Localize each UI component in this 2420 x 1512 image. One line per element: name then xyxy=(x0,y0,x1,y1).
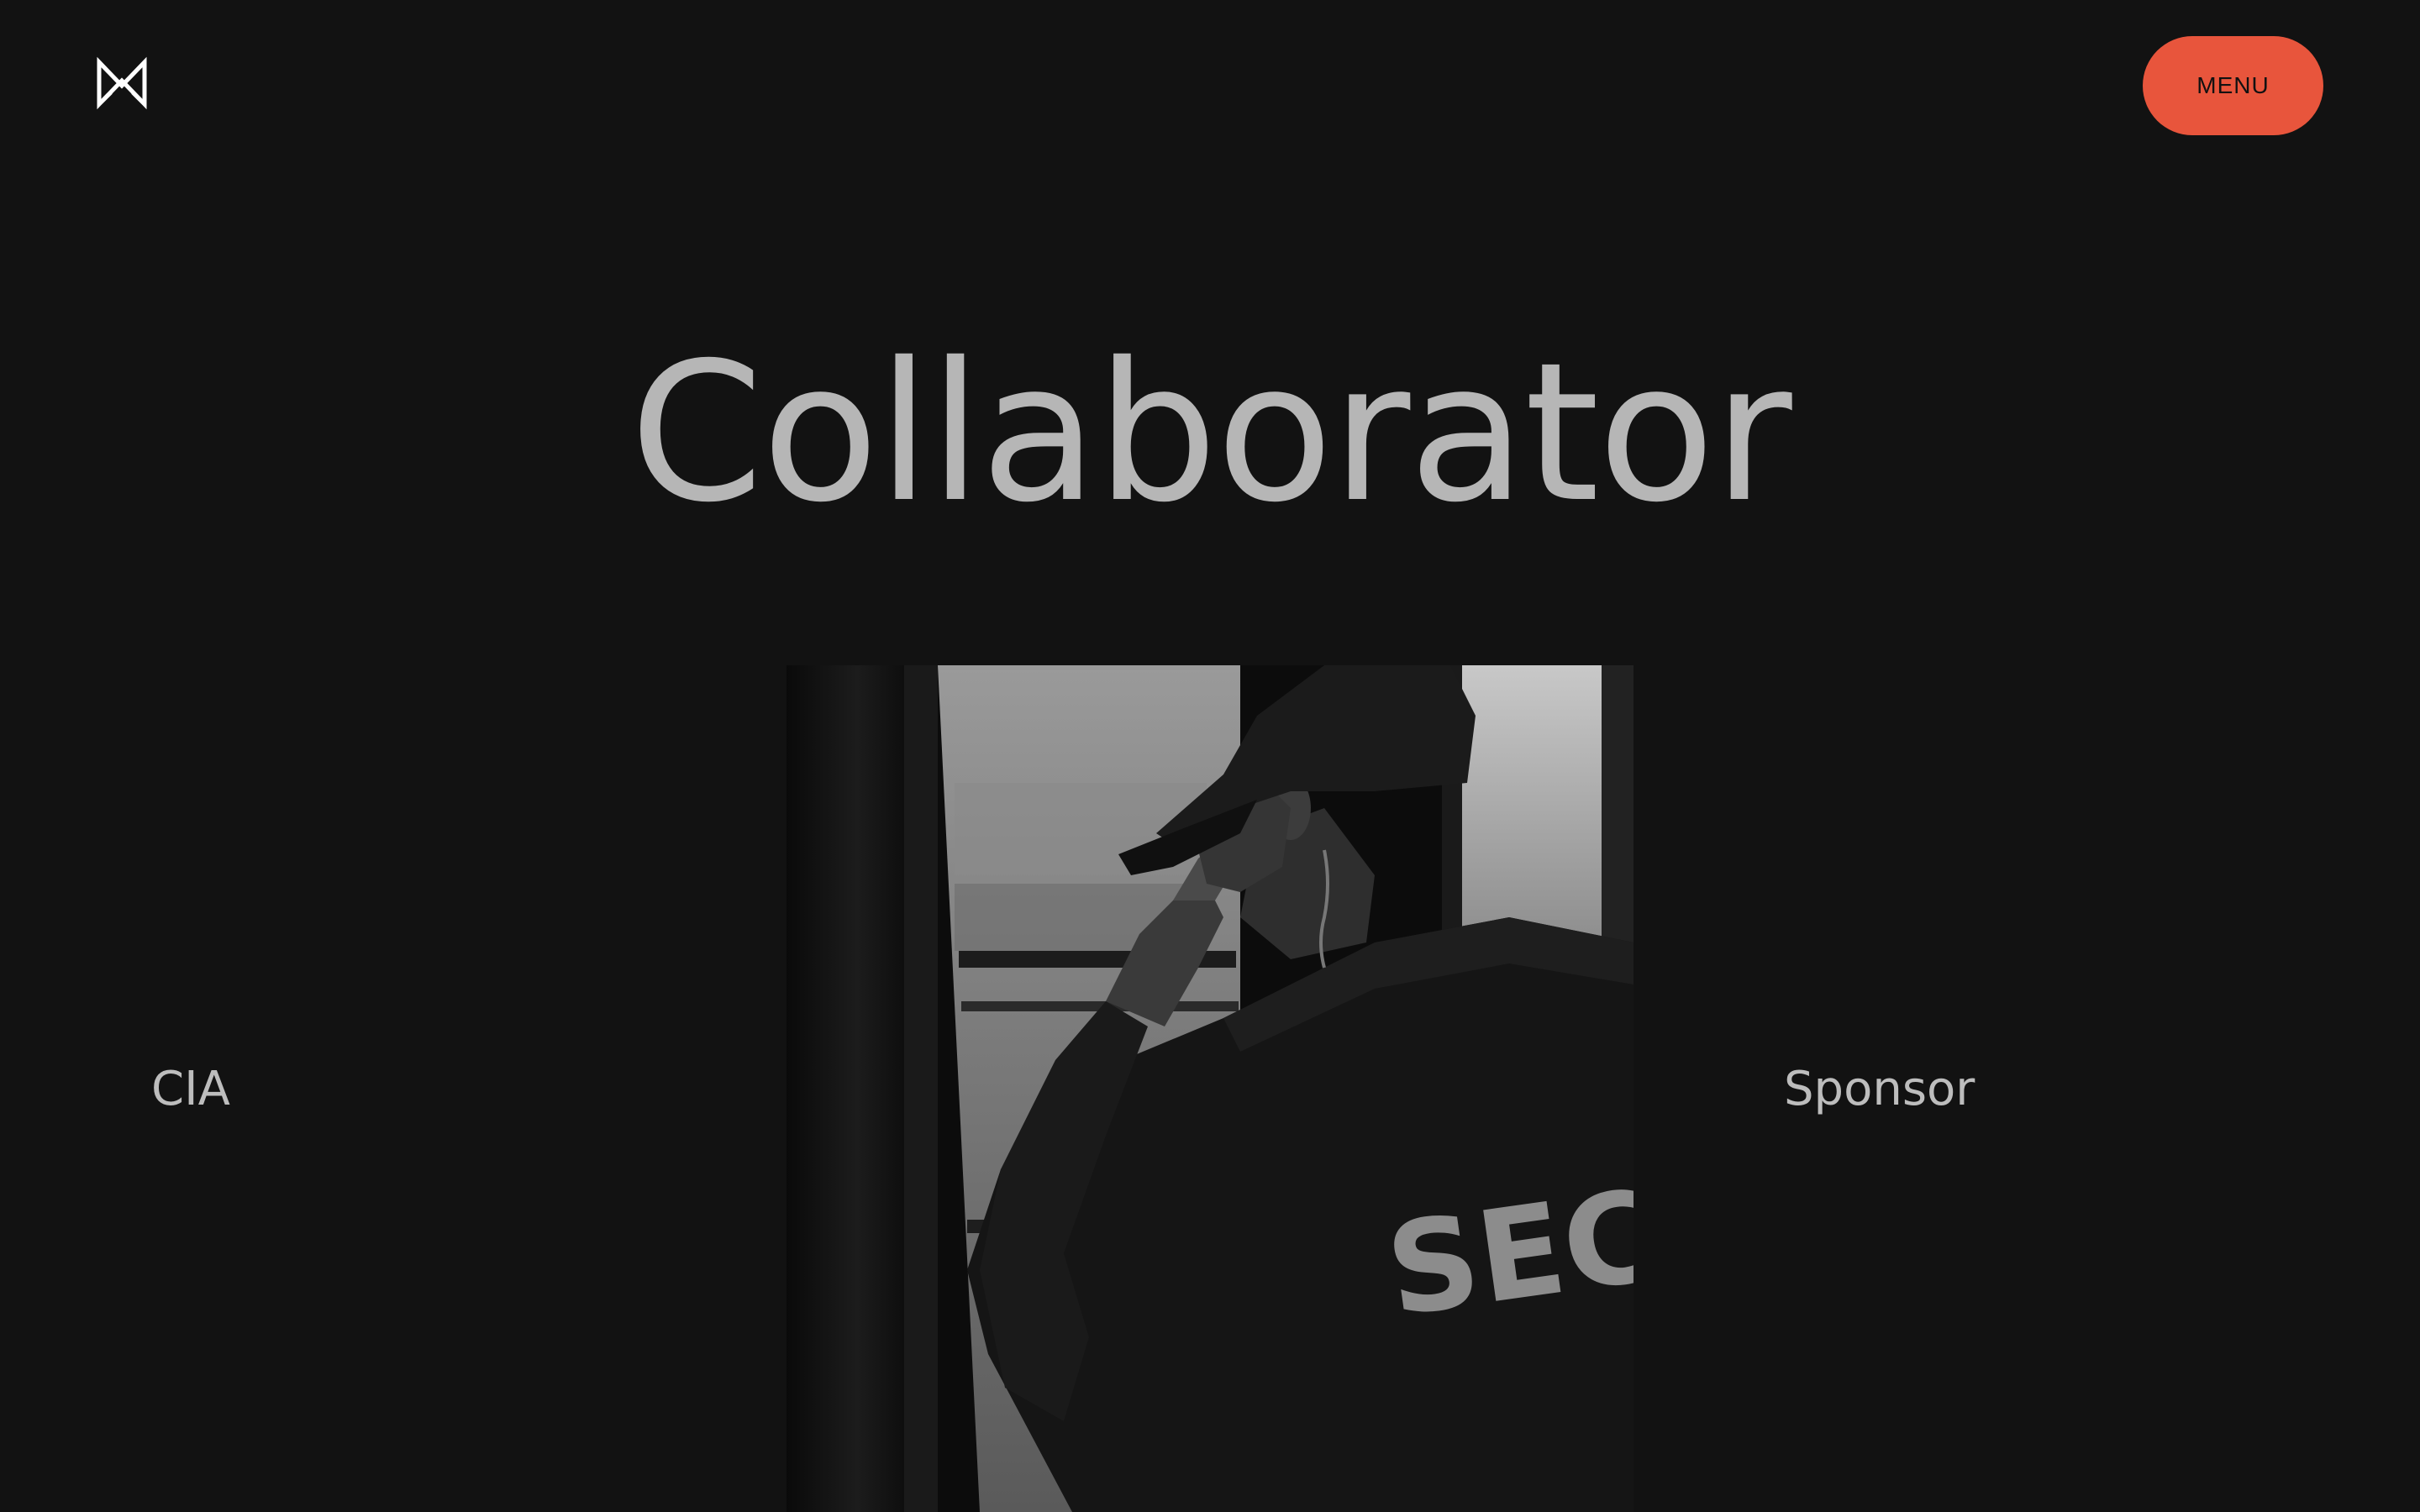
left-label: CIA xyxy=(151,1062,230,1116)
right-label: Sponsor xyxy=(1784,1062,1975,1116)
m-logo-icon[interactable] xyxy=(94,55,150,111)
security-guard-photo: SECU xyxy=(786,665,1634,1512)
page-title: Collaborator xyxy=(629,321,1791,544)
menu-button[interactable]: MENU xyxy=(2143,36,2323,135)
m-logo-svg xyxy=(97,56,147,110)
photo-illustration: SECU xyxy=(786,665,1634,1512)
